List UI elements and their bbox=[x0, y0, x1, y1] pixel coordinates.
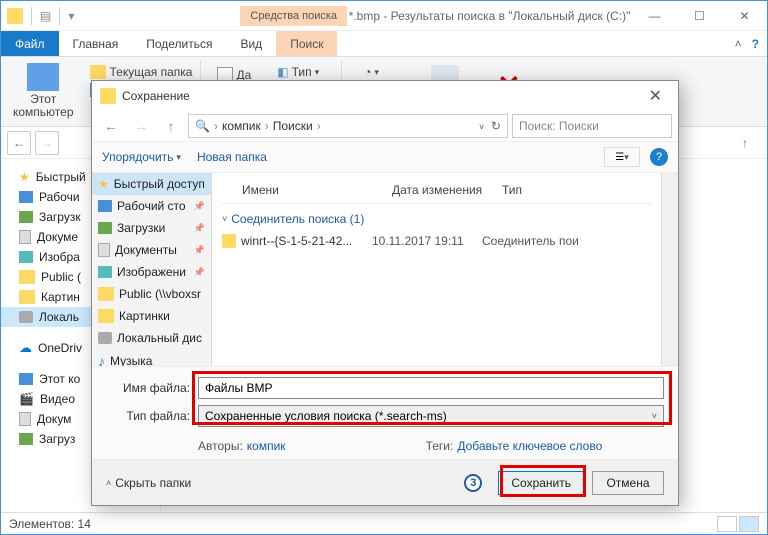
ribbon-tabs: Файл Главная Поделиться Вид Поиск ˄ ? bbox=[1, 31, 767, 57]
dialog-nav-pane: ★Быстрый доступ Рабочий сто Загрузки Док… bbox=[92, 173, 212, 366]
dialog-help-button[interactable]: ? bbox=[650, 148, 668, 166]
save-button[interactable]: Сохранить bbox=[498, 471, 584, 495]
filetype-label: Тип файла: bbox=[106, 409, 198, 423]
dlg-nav-localdisk[interactable]: Локальный дис bbox=[92, 327, 211, 349]
crumb-1[interactable]: компик bbox=[222, 119, 261, 133]
dialog-address-bar: ← → ↑ 🔍 › компик › Поиски › ˅ ↻ Поиск: П… bbox=[92, 111, 678, 141]
dialog-toolbar: Упорядочить▾ Новая папка ☰ ▾ ? bbox=[92, 141, 678, 173]
folder-icon bbox=[7, 8, 23, 24]
view-icons-button[interactable] bbox=[739, 516, 759, 532]
dialog-up-button[interactable]: ↑ bbox=[158, 114, 184, 138]
dialog-title: Сохранение bbox=[122, 89, 190, 103]
tab-home[interactable]: Главная bbox=[59, 31, 133, 56]
context-tab-label: Средства поиска bbox=[240, 6, 347, 26]
tab-view[interactable]: Вид bbox=[226, 31, 276, 56]
filename-input[interactable] bbox=[198, 377, 664, 399]
filetype-select[interactable]: Сохраненные условия поиска (*.search-ms)… bbox=[198, 405, 664, 427]
this-pc-button[interactable]: Этот компьютер bbox=[13, 93, 74, 119]
window-title: *.bmp - Результаты поиска в "Локальный д… bbox=[347, 9, 632, 23]
back-button[interactable]: ← bbox=[7, 131, 31, 155]
col-name[interactable]: Имени bbox=[242, 183, 392, 197]
save-dialog: Сохранение ✕ ← → ↑ 🔍 › компик › Поиски ›… bbox=[91, 80, 679, 506]
search-connector-icon bbox=[222, 234, 236, 248]
dialog-file-list: Имени Дата изменения Тип ˅Соединитель по… bbox=[212, 173, 661, 366]
qat-dropdown[interactable]: ▾ bbox=[68, 9, 74, 23]
file-row[interactable]: winrt--{S-1-5-21-42... 10.11.2017 19:11 … bbox=[222, 230, 651, 252]
dialog-fields: Имя файла: Тип файла: Сохраненные услови… bbox=[92, 366, 678, 459]
dlg-nav-desktop[interactable]: Рабочий сто bbox=[92, 195, 211, 217]
minimize-button[interactable]: — bbox=[632, 2, 677, 30]
cancel-button[interactable]: Отмена bbox=[592, 471, 664, 495]
status-bar: Элементов: 14 bbox=[1, 512, 767, 534]
hide-folders-button[interactable]: ˄Скрыть папки bbox=[106, 476, 191, 490]
group-header[interactable]: ˅Соединитель поиска (1) bbox=[222, 204, 651, 230]
tags-value[interactable]: Добавьте ключевое слово bbox=[457, 439, 602, 453]
help-icon[interactable]: ? bbox=[752, 37, 759, 51]
view-mode-button[interactable]: ☰ ▾ bbox=[604, 147, 640, 167]
dlg-nav-downloads[interactable]: Загрузки bbox=[92, 217, 211, 239]
dialog-actions: ˄Скрыть папки 3 Сохранить Отмена bbox=[92, 459, 678, 505]
tags-label: Теги: bbox=[426, 439, 454, 453]
filename-label: Имя файла: bbox=[106, 381, 198, 395]
authors-value[interactable]: компик bbox=[247, 439, 286, 453]
dlg-nav-pictures2[interactable]: Картинки bbox=[92, 305, 211, 327]
maximize-button[interactable]: ☐ bbox=[677, 2, 722, 30]
file-tab[interactable]: Файл bbox=[1, 31, 59, 56]
close-button[interactable]: ✕ bbox=[722, 2, 767, 30]
crumb-2[interactable]: Поиски bbox=[273, 119, 313, 133]
dlg-nav-quick[interactable]: ★Быстрый доступ bbox=[92, 173, 211, 195]
tab-share[interactable]: Поделиться bbox=[132, 31, 226, 56]
recent-button[interactable]: ◔▾ bbox=[360, 63, 383, 81]
item-count: Элементов: 14 bbox=[9, 517, 91, 531]
dlg-nav-documents[interactable]: Документы bbox=[92, 239, 211, 261]
tab-search[interactable]: Поиск bbox=[276, 31, 337, 56]
titlebar: ▤ ▾ Средства поиска *.bmp - Результаты п… bbox=[1, 1, 767, 31]
dlg-nav-music[interactable]: ♪Музыка bbox=[92, 349, 211, 366]
dialog-back-button[interactable]: ← bbox=[98, 114, 124, 138]
dialog-close-button[interactable]: ✕ bbox=[641, 86, 670, 106]
forward-button[interactable]: → bbox=[35, 131, 59, 155]
step-badge: 3 bbox=[464, 474, 482, 492]
dlg-nav-public[interactable]: Public (\\vboxsr bbox=[92, 283, 211, 305]
ribbon-collapse-icon[interactable]: ˄ bbox=[735, 37, 742, 51]
dialog-titlebar: Сохранение ✕ bbox=[92, 81, 678, 111]
view-details-button[interactable] bbox=[717, 516, 737, 532]
pc-icon bbox=[27, 63, 59, 91]
new-folder-button[interactable]: Новая папка bbox=[197, 150, 267, 164]
breadcrumb[interactable]: 🔍 › компик › Поиски › ˅ ↻ bbox=[188, 114, 508, 138]
search-icon: 🔍 bbox=[195, 119, 210, 133]
dlg-nav-pictures[interactable]: Изображени bbox=[92, 261, 211, 283]
up-button[interactable]: ↑ bbox=[733, 131, 757, 155]
folder-icon bbox=[100, 88, 116, 104]
authors-label: Авторы: bbox=[198, 439, 243, 453]
col-type[interactable]: Тип bbox=[502, 183, 651, 197]
current-folder-button[interactable]: Текущая папка bbox=[90, 65, 193, 79]
organize-button[interactable]: Упорядочить▾ bbox=[102, 150, 181, 164]
scrollbar[interactable] bbox=[661, 173, 678, 366]
dialog-search-input[interactable]: Поиск: Поиски bbox=[512, 114, 672, 138]
type-button[interactable]: ◧Тип▾ bbox=[273, 63, 323, 81]
col-date[interactable]: Дата изменения bbox=[392, 183, 502, 197]
qat-item[interactable]: ▤ bbox=[40, 9, 51, 23]
dialog-forward-button[interactable]: → bbox=[128, 114, 154, 138]
